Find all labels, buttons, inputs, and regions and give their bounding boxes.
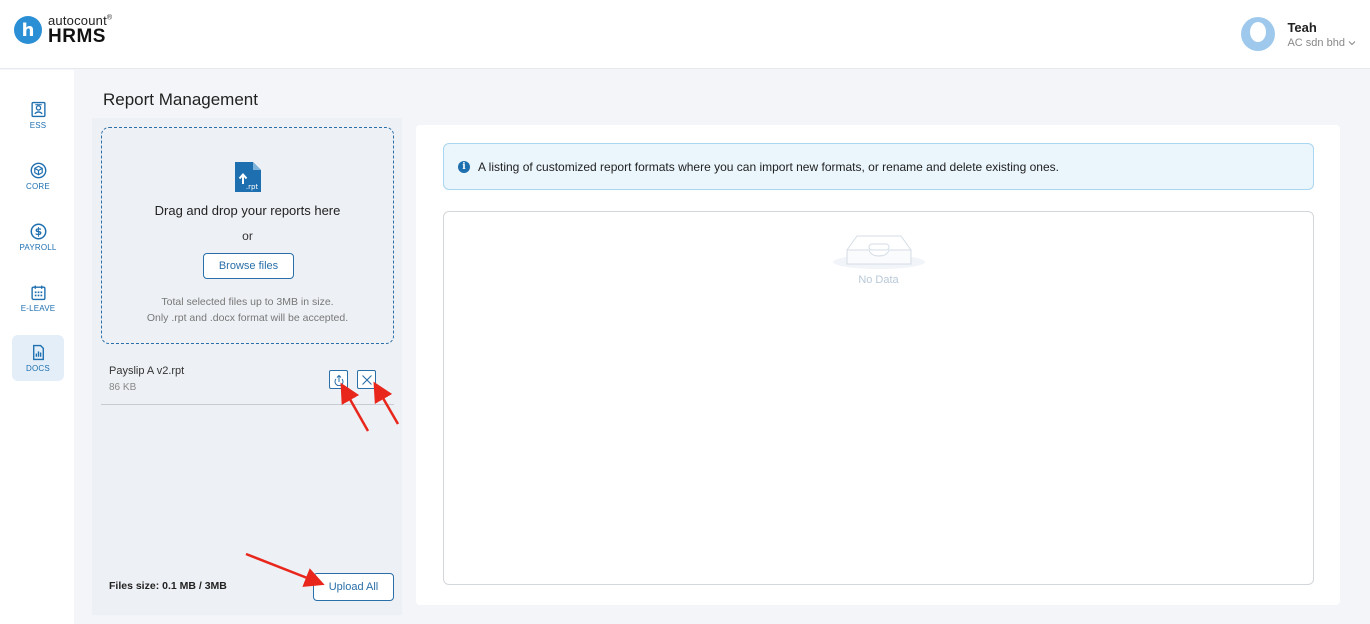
user-company: AC sdn bhd [1287, 36, 1345, 49]
sidebar-item-payroll[interactable]: $ PAYROLL [12, 214, 64, 260]
sidebar-item-label: ESS [29, 120, 47, 130]
sidebar-item-core[interactable]: CORE [12, 153, 64, 199]
sidebar-item-label: PAYROLL [19, 242, 57, 252]
avatar [1241, 17, 1276, 51]
svg-text:$: $ [34, 225, 41, 238]
logo-title: HRMS [48, 26, 106, 47]
id-card-icon [30, 101, 46, 117]
size-limit-note: Total selected files up to 3MB in size. [161, 296, 334, 308]
dropzone-instruction: Drag and drop your reports here [154, 203, 341, 218]
page-title: Report Management [103, 90, 258, 109]
registered-mark: ® [106, 14, 113, 22]
logo-mark: h [14, 16, 42, 44]
app-logo[interactable]: h autocount® HRMS [14, 14, 112, 46]
document-chart-icon [32, 344, 44, 360]
user-menu[interactable]: Teah AC sdn bhd [1241, 17, 1356, 51]
close-icon [361, 374, 372, 385]
user-name: Teah [1287, 19, 1317, 35]
sidebar-item-label: DOCS [26, 363, 50, 373]
info-alert: i A listing of customized report formats… [443, 143, 1314, 190]
dropzone-or: or [242, 229, 253, 243]
no-data-text: No Data [858, 274, 899, 286]
file-type-label: .rpt [246, 183, 259, 191]
sidebar-item-label: E-LEAVE [20, 303, 56, 313]
report-table: No Data [443, 211, 1314, 585]
sidebar-item-e-leave[interactable]: E-LEAVE [12, 275, 64, 321]
upload-icon [334, 374, 343, 386]
top-bar: h autocount® HRMS Teah AC sdn bhd [0, 0, 1370, 69]
upload-file-button[interactable] [329, 370, 348, 389]
empty-box-icon [833, 235, 925, 269]
files-size-summary: Files size: 0.1 MB / 3MB [109, 580, 227, 592]
sidebar-item-label: CORE [26, 181, 50, 191]
remove-file-button[interactable] [357, 370, 376, 389]
cube-icon [30, 162, 46, 178]
sidebar-item-docs[interactable]: DOCS [12, 335, 64, 381]
format-note: Only .rpt and .docx format will be accep… [146, 312, 349, 324]
file-size: 86 KB [109, 382, 137, 393]
file-dropzone[interactable]: .rpt Drag and drop your reports here or … [101, 127, 394, 344]
browse-files-button[interactable]: Browse files [203, 253, 294, 279]
sidebar-item-ess[interactable]: ESS [12, 92, 64, 138]
sidebar: ESS CORE $ PAYROLL E-LEAVE DOCS [0, 70, 74, 624]
rpt-file-icon: .rpt [235, 162, 261, 192]
chevron-down-icon [1348, 40, 1356, 45]
upload-all-button[interactable]: Upload All [313, 573, 394, 601]
info-icon: i [458, 160, 470, 173]
file-name: Payslip A v2.rpt [109, 365, 185, 377]
calendar-icon [30, 285, 46, 300]
dollar-circle-icon: $ [30, 223, 46, 239]
info-text: A listing of customized report formats w… [478, 159, 1059, 174]
file-list-item: Payslip A v2.rpt 86 KB [101, 356, 394, 405]
